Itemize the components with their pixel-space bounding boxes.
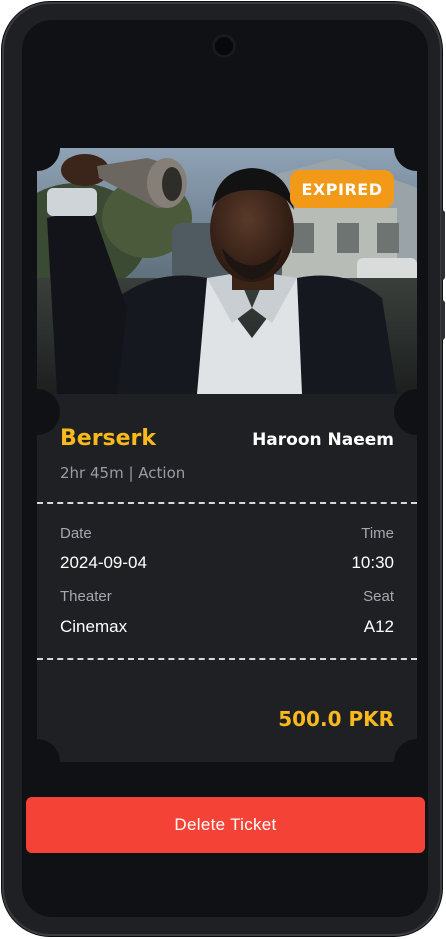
ticket-notch [37, 389, 60, 435]
front-camera [212, 34, 236, 58]
movie-poster: EXPIRED [37, 148, 417, 394]
phone-frame: EXPIRED Berserk Haroon Naeem 2hr 45m | A… [2, 2, 442, 936]
ticket-notch [394, 739, 417, 762]
time-value: 10:30 [351, 553, 394, 572]
ticket-notch [394, 389, 417, 435]
seat-label: Seat [363, 588, 394, 605]
customer-name: Haroon Naeem [252, 430, 394, 450]
ticket-card: EXPIRED Berserk Haroon Naeem 2hr 45m | A… [37, 148, 417, 762]
app-screen: EXPIRED Berserk Haroon Naeem 2hr 45m | A… [22, 20, 428, 917]
ticket-price: 500.0 PKR [278, 707, 394, 731]
date-label: Date [60, 525, 92, 542]
time-label: Time [361, 525, 394, 542]
delete-ticket-button[interactable]: Delete Ticket [26, 797, 425, 853]
movie-duration-genre: 2hr 45m | Action [60, 464, 186, 482]
dashed-divider [37, 658, 417, 660]
volume-button [441, 300, 445, 340]
expired-badge: EXPIRED [290, 170, 394, 208]
theater-value: Cinemax [60, 617, 128, 636]
power-button [441, 210, 445, 280]
theater-label: Theater [60, 588, 112, 605]
movie-title: Berserk [60, 426, 157, 451]
ticket-notch [37, 739, 60, 762]
date-value: 2024-09-04 [60, 553, 147, 572]
dashed-divider [37, 502, 417, 504]
seat-value: A12 [363, 617, 394, 636]
